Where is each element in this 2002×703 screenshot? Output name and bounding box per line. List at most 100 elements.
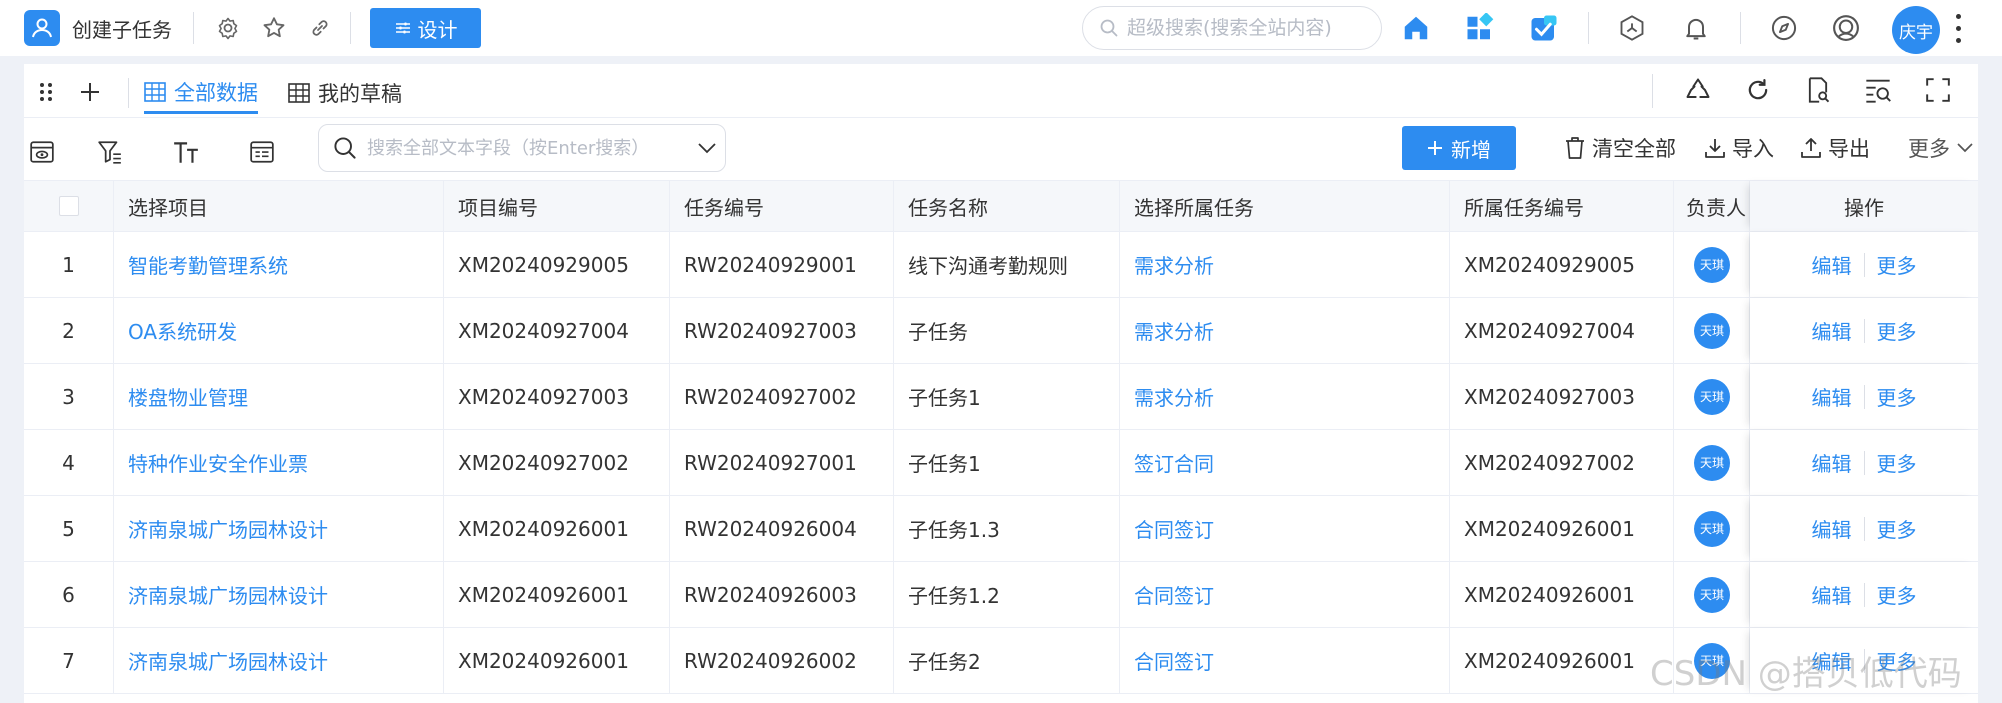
global-search-input[interactable] — [1127, 17, 1367, 39]
edit-link[interactable]: 编辑 — [1812, 580, 1852, 609]
avatar[interactable]: 天琪 — [1694, 246, 1730, 283]
column-header[interactable]: 选择项目 — [114, 181, 444, 231]
more-link[interactable]: 更多 — [1877, 580, 1917, 609]
column-header[interactable]: 项目编号 — [444, 181, 670, 231]
parent-task-number: XM20240927004 — [1450, 298, 1674, 363]
refresh-icon[interactable] — [1742, 74, 1774, 106]
star-icon[interactable] — [258, 12, 290, 44]
task-name: 子任务 — [894, 298, 1120, 363]
parent-task-link[interactable]: 合同签订 — [1120, 496, 1450, 561]
project-link[interactable]: 楼盘物业管理 — [114, 364, 444, 429]
task-name: 子任务1.2 — [894, 562, 1120, 627]
more-link[interactable]: 更多 — [1877, 382, 1917, 411]
avatar[interactable]: 天琪 — [1694, 444, 1730, 481]
project-link[interactable]: OA系统研发 — [114, 298, 444, 363]
search-icon — [1100, 19, 1118, 37]
avatar[interactable]: 天琪 — [1694, 378, 1730, 415]
parent-task-link[interactable]: 合同签订 — [1120, 562, 1450, 627]
project-link[interactable]: 济南泉城广场园林设计 — [114, 496, 444, 561]
list-search-icon[interactable] — [1862, 74, 1894, 106]
edit-link[interactable]: 编辑 — [1812, 316, 1852, 345]
table-row[interactable]: 6 济南泉城广场园林设计 XM20240926001 RW20240926003… — [24, 562, 1978, 628]
drag-handle-icon[interactable] — [30, 76, 62, 108]
project-link[interactable]: 特种作业安全作业票 — [114, 430, 444, 495]
column-header[interactable]: 所属任务编号 — [1450, 181, 1674, 231]
avatar[interactable]: 天琪 — [1694, 510, 1730, 547]
owner-cell: 天琪 — [1674, 562, 1750, 627]
main-panel: 全部数据 我的草稿 搜索全部文本字段（按Enter搜索） 新增 清空全部 导入 … — [24, 64, 1978, 703]
add-button[interactable]: 新增 — [1402, 126, 1516, 170]
chevron-down-icon[interactable] — [697, 142, 717, 154]
parent-task-link[interactable]: 签订合同 — [1120, 430, 1450, 495]
user-avatar[interactable]: 庆宇 — [1892, 6, 1940, 54]
owner-cell: 天琪 — [1674, 298, 1750, 363]
kebab-menu-icon[interactable] — [1950, 10, 1966, 46]
divider — [1863, 252, 1865, 277]
todo-icon[interactable] — [1528, 12, 1560, 44]
home-icon[interactable] — [1400, 12, 1432, 44]
search-icon — [334, 137, 356, 159]
field-search-box[interactable] — [318, 124, 726, 172]
tab-my-drafts[interactable]: 我的草稿 — [288, 72, 402, 114]
avatar[interactable]: 天琪 — [1694, 312, 1730, 349]
fullscreen-icon[interactable] — [1922, 74, 1954, 106]
column-header[interactable]: 任务编号 — [670, 181, 894, 231]
filter-icon[interactable] — [94, 136, 126, 168]
project-number: XM20240927003 — [444, 364, 670, 429]
headset-icon[interactable] — [1830, 12, 1862, 44]
more-label: 更多 — [1908, 137, 1950, 161]
column-header[interactable]: 任务名称 — [894, 181, 1120, 231]
project-number: XM20240927004 — [444, 298, 670, 363]
project-link[interactable]: 济南泉城广场园林设计 — [114, 562, 444, 627]
edit-link[interactable]: 编辑 — [1812, 382, 1852, 411]
parent-task-link[interactable]: 需求分析 — [1120, 232, 1450, 297]
avatar[interactable]: 天琪 — [1694, 576, 1730, 613]
actions-cell: 编辑 更多 — [1750, 496, 1978, 561]
view-icon[interactable] — [26, 136, 58, 168]
import-button[interactable]: 导入 — [1704, 130, 1774, 166]
parent-task-link[interactable]: 合同签订 — [1120, 628, 1450, 693]
design-button[interactable]: 设计 — [370, 8, 481, 48]
tab-label: 全部数据 — [174, 80, 258, 105]
project-link[interactable]: 智能考勤管理系统 — [114, 232, 444, 297]
column-header[interactable]: 选择所属任务 — [1120, 181, 1450, 231]
more-link[interactable]: 更多 — [1877, 250, 1917, 279]
select-all-checkbox[interactable] — [58, 196, 79, 216]
doc-search-icon[interactable] — [1802, 74, 1834, 106]
more-link[interactable]: 更多 — [1877, 448, 1917, 477]
table-row[interactable]: 3 楼盘物业管理 XM20240927003 RW20240927002 子任务… — [24, 364, 1978, 430]
table-row[interactable]: 4 特种作业安全作业票 XM20240927002 RW20240927001 … — [24, 430, 1978, 496]
form-icon[interactable] — [246, 136, 278, 168]
table-row[interactable]: 5 济南泉城广场园林设计 XM20240926001 RW20240926004… — [24, 496, 1978, 562]
clear-all-button[interactable]: 清空全部 — [1564, 130, 1676, 166]
plus-icon[interactable] — [74, 76, 106, 108]
table-row[interactable]: 1 智能考勤管理系统 XM20240929005 RW20240929001 线… — [24, 232, 1978, 298]
divider — [128, 78, 129, 108]
link-icon[interactable] — [304, 12, 336, 44]
row-index: 3 — [24, 364, 114, 429]
global-search-box[interactable] — [1082, 6, 1382, 50]
tab-all-data[interactable]: 全部数据 — [144, 72, 258, 114]
parent-task-link[interactable]: 需求分析 — [1120, 364, 1450, 429]
text-size-icon[interactable] — [170, 136, 202, 168]
apps-icon[interactable] — [1464, 12, 1496, 44]
divider — [1588, 12, 1589, 44]
more-link[interactable]: 更多 — [1877, 316, 1917, 345]
compass-icon[interactable] — [1768, 12, 1800, 44]
parent-task-link[interactable]: 需求分析 — [1120, 298, 1450, 363]
edit-link[interactable]: 编辑 — [1812, 250, 1852, 279]
more-link[interactable]: 更多 — [1877, 514, 1917, 543]
table-row[interactable]: 2 OA系统研发 XM20240927004 RW20240927003 子任务… — [24, 298, 1978, 364]
edit-link[interactable]: 编辑 — [1812, 448, 1852, 477]
recycle-icon[interactable] — [1682, 74, 1714, 106]
gear-icon[interactable] — [212, 12, 244, 44]
column-header[interactable]: 负责人 — [1674, 181, 1750, 231]
hexagon-icon[interactable] — [1616, 12, 1648, 44]
edit-link[interactable]: 编辑 — [1812, 514, 1852, 543]
project-link[interactable]: 济南泉城广场园林设计 — [114, 628, 444, 693]
export-button[interactable]: 导出 — [1800, 130, 1870, 166]
actions-cell: 编辑 更多 — [1750, 364, 1978, 429]
bell-icon[interactable] — [1680, 12, 1712, 44]
field-search-input[interactable] — [367, 137, 687, 159]
more-button[interactable]: 更多 — [1908, 130, 1974, 166]
